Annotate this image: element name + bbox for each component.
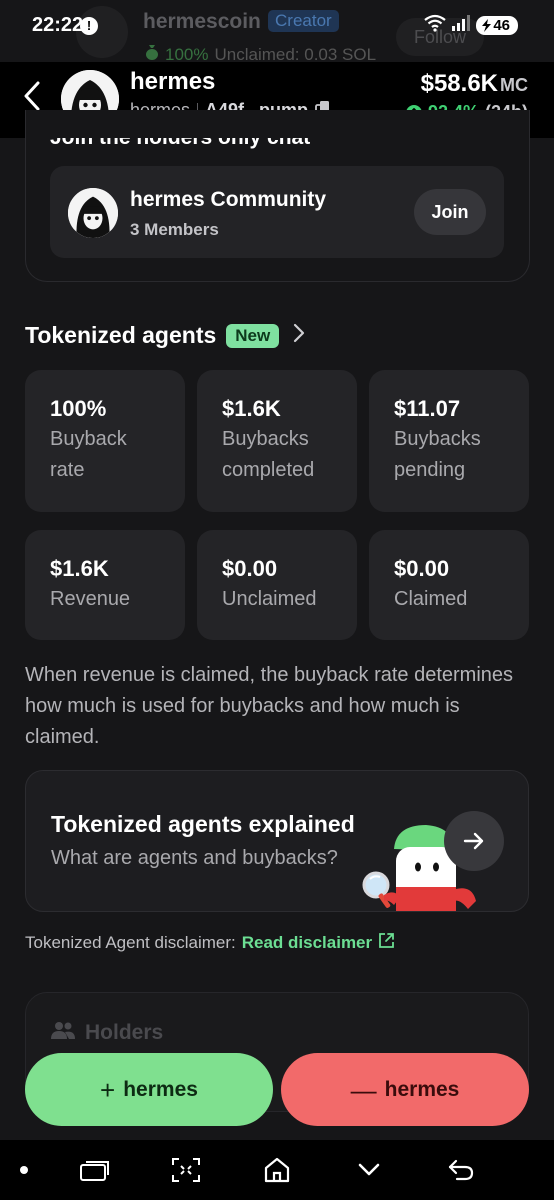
system-nav-bar bbox=[0, 1140, 554, 1200]
stat-label: Buyback rate bbox=[50, 428, 127, 481]
status-icons: 46 bbox=[424, 14, 518, 37]
dot-indicator-icon bbox=[4, 1150, 44, 1190]
holders-header[interactable]: Holders bbox=[51, 1021, 163, 1045]
status-time: 22:22 bbox=[32, 14, 84, 36]
disclaimer-row: Tokenized Agent disclaimer: Read disclai… bbox=[25, 932, 395, 954]
community-name: hermes Community bbox=[130, 188, 327, 211]
scan-icon[interactable] bbox=[166, 1150, 206, 1190]
join-button[interactable]: Join bbox=[414, 189, 486, 235]
chevron-left-icon bbox=[24, 81, 40, 111]
new-badge: New bbox=[226, 323, 280, 348]
community-avatar bbox=[68, 188, 118, 238]
explained-card[interactable]: Tokenized agents explained What are agen… bbox=[25, 770, 529, 912]
battery-level: 46 bbox=[493, 17, 510, 34]
minus-icon: — bbox=[350, 1074, 377, 1105]
stat-buybacks-completed: $1.6K Buybacks completed bbox=[197, 370, 357, 512]
explained-title: Tokenized agents explained bbox=[51, 811, 355, 837]
stat-revenue: $1.6K Revenue bbox=[25, 530, 185, 640]
stat-label: Buybacks completed bbox=[222, 428, 315, 481]
background-token-name: hermescoin bbox=[143, 10, 261, 33]
sell-button[interactable]: — hermes bbox=[281, 1053, 529, 1126]
stat-unclaimed: $0.00 Unclaimed bbox=[197, 530, 357, 640]
stat-label: Buybacks pending bbox=[394, 428, 481, 481]
plus-icon: + bbox=[100, 1074, 116, 1105]
market-cap-value: $58.6K bbox=[420, 70, 498, 97]
wifi-icon bbox=[424, 14, 446, 37]
stat-value: 100% bbox=[50, 396, 107, 421]
read-disclaimer-link[interactable]: Read disclaimer bbox=[242, 933, 372, 953]
market-cap: $58.6K MC bbox=[421, 70, 528, 98]
holders-label: Holders bbox=[85, 1021, 164, 1044]
stat-value: $1.6K bbox=[50, 556, 109, 581]
recent-apps-icon[interactable] bbox=[75, 1150, 115, 1190]
stat-buybacks-pending: $11.07 Buybacks pending bbox=[369, 370, 529, 512]
stat-label: Unclaimed bbox=[222, 588, 317, 610]
buy-button[interactable]: + hermes bbox=[25, 1053, 273, 1126]
signal-icon bbox=[452, 15, 471, 36]
community-item[interactable]: hermes Community 3 Members Join bbox=[50, 166, 504, 258]
stat-value: $11.07 bbox=[394, 396, 461, 421]
arrow-right-icon bbox=[463, 832, 484, 850]
section-title: Tokenized agents bbox=[25, 322, 217, 348]
external-link-icon[interactable] bbox=[378, 932, 395, 954]
stat-label: Revenue bbox=[50, 588, 131, 610]
creator-badge: Creator bbox=[268, 10, 339, 32]
market-cap-unit: MC bbox=[500, 75, 528, 95]
token-name: hermes bbox=[130, 68, 216, 95]
stat-value: $1.6K bbox=[222, 396, 281, 421]
battery-icon: 46 bbox=[476, 16, 518, 35]
stat-value: $0.00 bbox=[222, 556, 278, 581]
users-icon bbox=[51, 1021, 75, 1045]
stat-label: Claimed bbox=[394, 588, 468, 610]
home-indicator bbox=[0, 1196, 554, 1200]
buy-label: hermes bbox=[123, 1077, 198, 1101]
alert-icon: ! bbox=[80, 17, 98, 35]
explained-subtitle: What are agents and buybacks? bbox=[51, 847, 338, 869]
back-gesture-icon[interactable] bbox=[441, 1150, 481, 1190]
disclaimer-text: Tokenized Agent disclaimer: bbox=[25, 933, 236, 952]
sell-label: hermes bbox=[384, 1077, 460, 1101]
chevron-right-icon bbox=[293, 323, 305, 348]
community-members: 3 Members bbox=[130, 220, 219, 239]
stat-value: $0.00 bbox=[394, 556, 450, 581]
stat-buyback-rate: 100% Buyback rate bbox=[25, 370, 185, 512]
home-icon[interactable] bbox=[257, 1150, 297, 1190]
chevron-down-icon[interactable] bbox=[349, 1150, 389, 1190]
tokenized-agents-header[interactable]: Tokenized agents New bbox=[25, 322, 305, 349]
stat-claimed: $0.00 Claimed bbox=[369, 530, 529, 640]
explained-arrow-button[interactable] bbox=[444, 811, 504, 871]
buyback-description: When revenue is claimed, the buyback rat… bbox=[25, 664, 514, 748]
